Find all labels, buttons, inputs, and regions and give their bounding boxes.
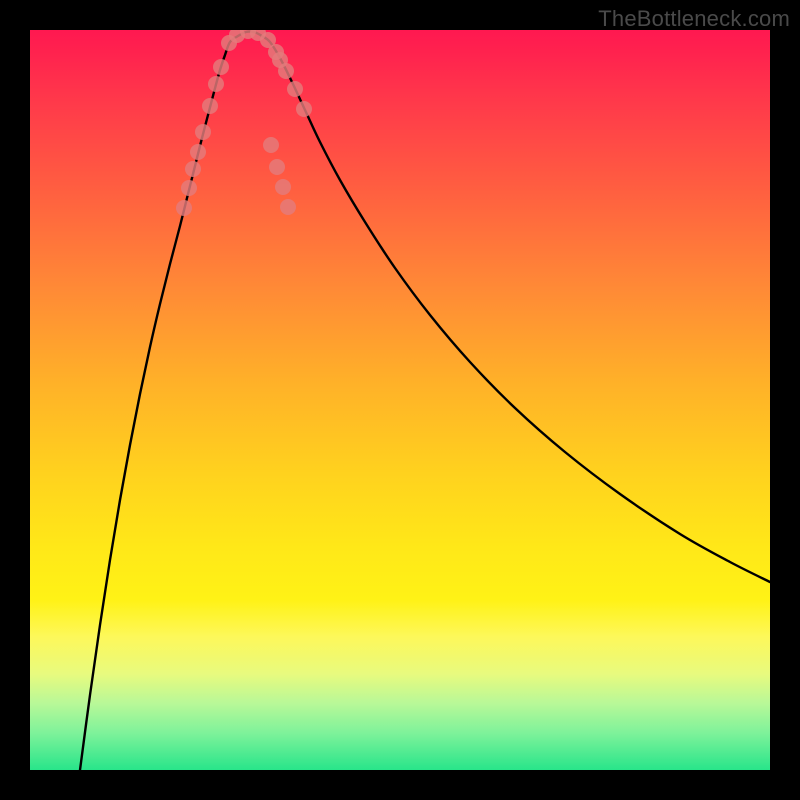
data-point: [181, 180, 197, 196]
data-point: [195, 124, 211, 140]
data-point: [185, 161, 201, 177]
data-point: [190, 144, 206, 160]
watermark-label: TheBottleneck.com: [598, 6, 790, 32]
data-point: [213, 59, 229, 75]
data-point: [269, 159, 285, 175]
data-point: [278, 63, 294, 79]
data-point: [287, 81, 303, 97]
data-point: [202, 98, 218, 114]
bottleneck-curve: [80, 32, 770, 771]
data-point: [263, 137, 279, 153]
chart-svg: [30, 30, 770, 770]
chart-frame: [30, 30, 770, 770]
data-point: [208, 76, 224, 92]
data-point: [296, 101, 312, 117]
data-point: [280, 199, 296, 215]
data-point: [176, 200, 192, 216]
chart-markers: [176, 30, 312, 216]
data-point: [275, 179, 291, 195]
chart-curves: [80, 32, 770, 771]
